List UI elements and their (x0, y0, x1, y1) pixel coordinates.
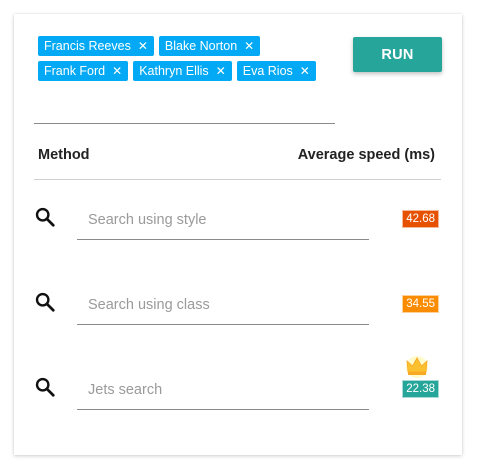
benchmark-card: Francis Reeves ✕ Blake Norton ✕ Frank Fo… (14, 14, 462, 455)
chips-input-underline (34, 123, 335, 124)
search-icon (35, 377, 55, 397)
chip: Kathryn Ellis ✕ (133, 61, 232, 81)
run-button[interactable]: RUN (353, 37, 442, 72)
chip-remove-icon[interactable]: ✕ (216, 62, 226, 81)
chip-label: Blake Norton (164, 38, 238, 53)
method-row-class: 34.55 (14, 285, 462, 335)
chip-remove-icon[interactable]: ✕ (244, 37, 254, 56)
method-column-header: Method (38, 147, 90, 163)
header-divider (34, 179, 441, 180)
chip-label: Francis Reeves (44, 38, 131, 53)
speed-badge: 34.55 (402, 295, 439, 313)
search-icon (35, 207, 55, 227)
method-row-jets: 22.38 (14, 356, 462, 420)
chip: Eva Rios ✕ (236, 61, 316, 81)
crown-icon (406, 356, 428, 378)
chips-input[interactable]: Francis Reeves ✕ Blake Norton ✕ Frank Fo… (38, 36, 328, 81)
chip-label: Eva Rios (242, 63, 293, 78)
chip-label: Kathryn Ellis (139, 63, 209, 78)
jets-search-input[interactable] (77, 370, 369, 410)
chip-label: Frank Ford (44, 63, 106, 78)
speed-badge: 22.38 (402, 380, 439, 398)
speed-badge: 42.68 (402, 210, 439, 228)
chip-remove-icon[interactable]: ✕ (300, 62, 310, 81)
method-row-style: 42.68 (14, 200, 462, 250)
chip: Francis Reeves ✕ (38, 36, 154, 56)
chip-remove-icon[interactable]: ✕ (138, 37, 148, 56)
search-style-input[interactable] (77, 200, 369, 240)
chip: Frank Ford ✕ (38, 61, 129, 81)
search-icon (35, 292, 55, 312)
chip-remove-icon[interactable]: ✕ (112, 62, 122, 81)
speed-column-header: Average speed (ms) (297, 147, 435, 163)
search-class-input[interactable] (77, 285, 369, 325)
chip: Blake Norton ✕ (158, 36, 261, 56)
